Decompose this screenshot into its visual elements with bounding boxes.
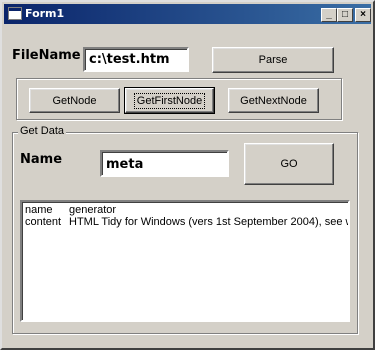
filename-input[interactable]: c:\test.htm — [83, 47, 189, 72]
list-item[interactable]: name generator — [25, 204, 348, 216]
list-item-value: generator — [69, 204, 117, 216]
maximize-button[interactable]: □ — [337, 8, 353, 22]
window-title: Form1 — [25, 7, 65, 20]
list-item-key: content — [25, 216, 62, 228]
filename-label: FileName — [12, 48, 81, 63]
app-icon[interactable] — [8, 7, 22, 20]
go-button-label: GO — [280, 158, 298, 170]
minimize-button[interactable]: _ — [321, 8, 337, 22]
get-node-button-label: GetNode — [52, 94, 97, 107]
form1-window: Form1 _ □ × FileName c:\test.htm Parse G… — [0, 0, 375, 350]
close-button[interactable]: × — [355, 8, 371, 22]
go-button[interactable]: GO — [244, 143, 334, 185]
name-label: Name — [20, 152, 63, 167]
list-item-value: HTML Tidy for Windows (vers 1st Septembe… — [69, 216, 348, 228]
name-input[interactable]: meta — [100, 150, 229, 177]
title-bar[interactable]: Form1 _ □ × — [4, 4, 371, 24]
list-item[interactable]: content HTML Tidy for Windows (vers 1st S… — [25, 216, 348, 228]
get-next-node-button-label: GetNextNode — [240, 94, 307, 107]
parse-button[interactable]: Parse — [212, 47, 334, 73]
list-item-key: name — [25, 204, 53, 216]
get-node-button[interactable]: GetNode — [29, 88, 120, 113]
results-list[interactable]: name generator content HTML Tidy for Windo… — [20, 200, 350, 322]
get-next-node-button[interactable]: GetNextNode — [228, 88, 319, 113]
get-data-caption: Get Data — [18, 125, 67, 137]
parse-button-label: Parse — [258, 54, 288, 66]
get-first-node-button[interactable]: GetFirstNode — [124, 87, 215, 114]
get-first-node-button-label: GetFirstNode — [133, 92, 206, 109]
